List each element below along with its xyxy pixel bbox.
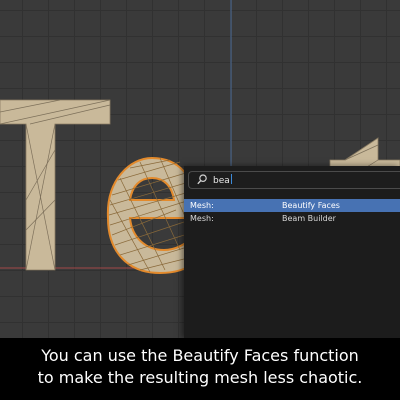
search-result-beautify-faces[interactable]: Mesh: Beautify Faces (184, 199, 400, 212)
magnifier-icon (197, 174, 207, 185)
letter-t-mesh[interactable] (0, 99, 111, 271)
subtitle-caption: You can use the Beautify Faces function … (0, 338, 400, 400)
search-query-text: bea (213, 174, 232, 186)
caption-line-2: to make the resulting mesh less chaotic. (37, 368, 363, 387)
screen: bea Mesh: Beautify Faces Mesh: Beam Buil… (0, 0, 400, 400)
result-name: Beam Builder (282, 214, 336, 223)
result-category: Mesh: (190, 201, 214, 210)
result-name: Beautify Faces (282, 201, 340, 210)
text-cursor (230, 174, 232, 184)
caption-line-1: You can use the Beautify Faces function (41, 346, 359, 365)
search-result-beam-builder[interactable]: Mesh: Beam Builder (184, 212, 400, 225)
letter-e-mesh[interactable] (106, 156, 198, 275)
search-input[interactable]: bea (188, 171, 400, 189)
search-query-value: bea (213, 176, 230, 186)
operator-search-popup: bea Mesh: Beautify Faces Mesh: Beam Buil… (184, 166, 400, 338)
result-category: Mesh: (190, 214, 214, 223)
3d-viewport[interactable]: bea Mesh: Beautify Faces Mesh: Beam Buil… (0, 0, 400, 338)
